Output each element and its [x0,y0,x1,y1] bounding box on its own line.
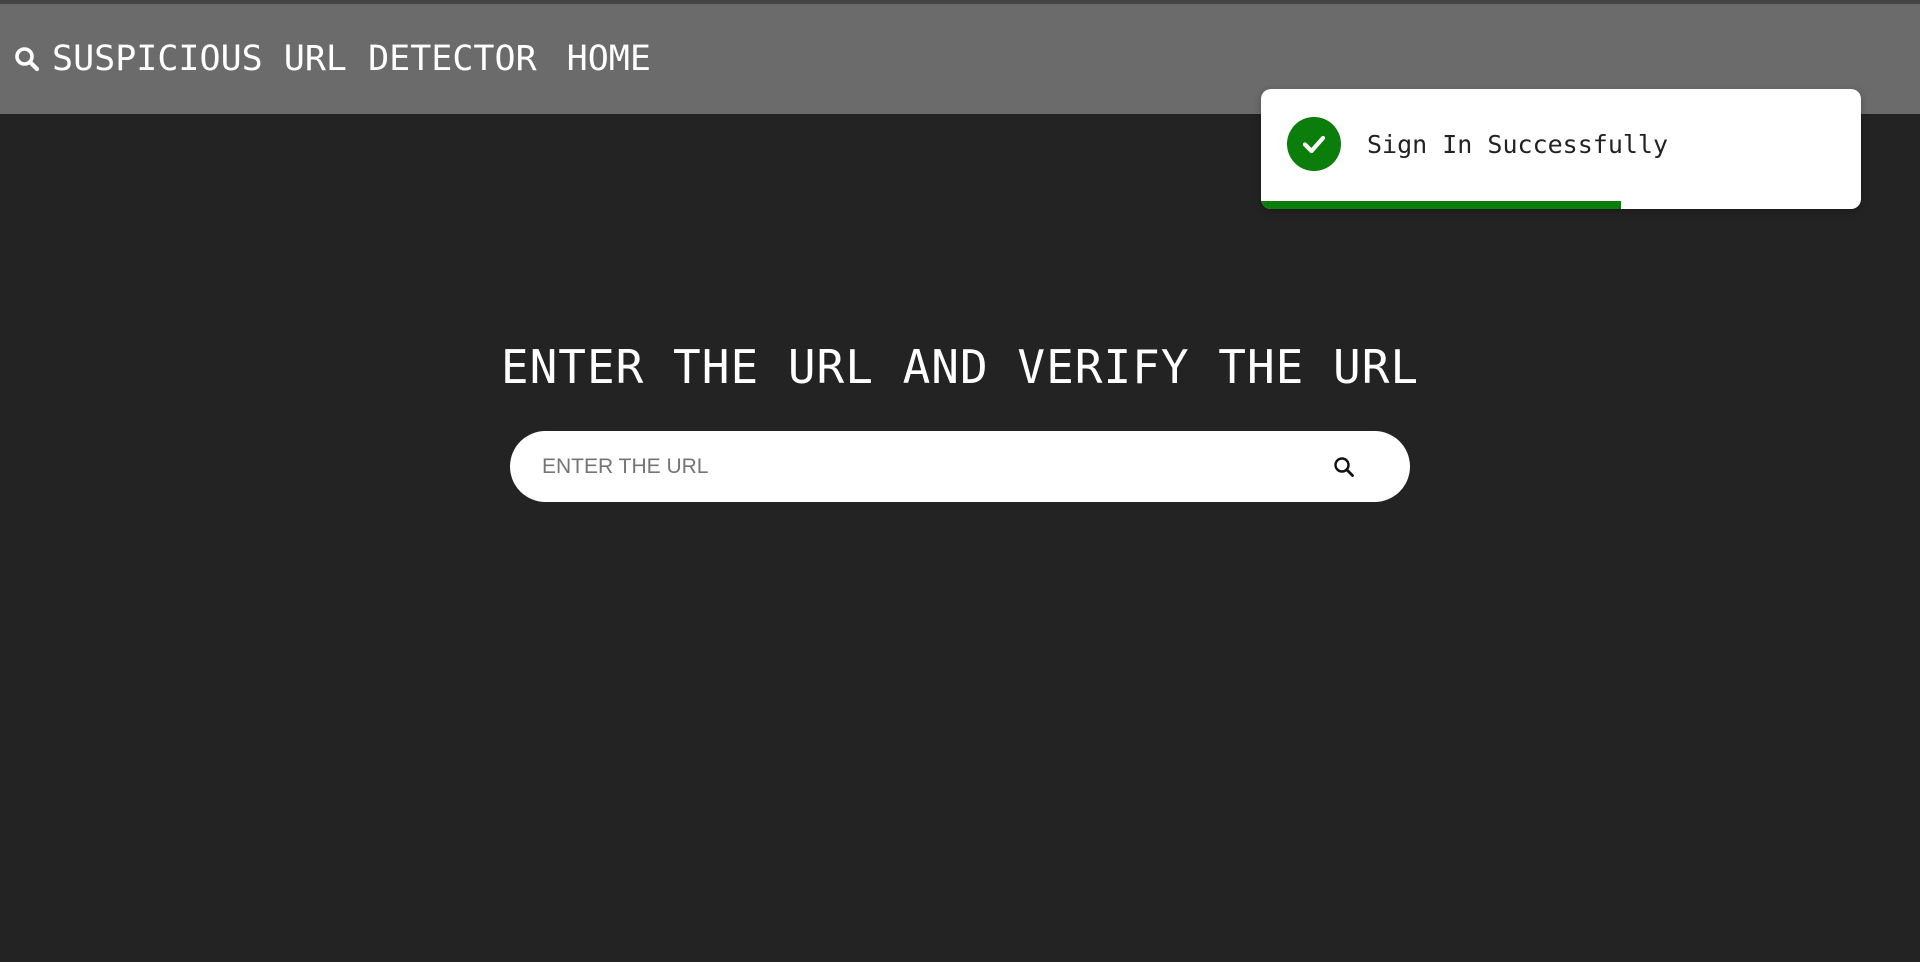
page-title: ENTER THE URL AND VERIFY THE URL [500,340,1420,394]
search-button[interactable] [1324,447,1364,487]
search-icon [14,46,40,72]
url-input[interactable] [540,445,1324,488]
check-circle-icon [1287,117,1341,171]
nav-home-link[interactable]: HOME [567,39,651,79]
toast-progress-fill [1261,201,1621,209]
toast-notification[interactable]: Sign In Successfully [1261,89,1861,209]
brand-title: SUSPICIOUS URL DETECTOR [52,39,537,79]
search-icon [1333,456,1355,478]
toast-message: Sign In Successfully [1367,129,1669,159]
url-search-bar [510,431,1410,502]
toast-progress-bar [1261,201,1861,209]
brand-link[interactable]: SUSPICIOUS URL DETECTOR [14,39,537,79]
